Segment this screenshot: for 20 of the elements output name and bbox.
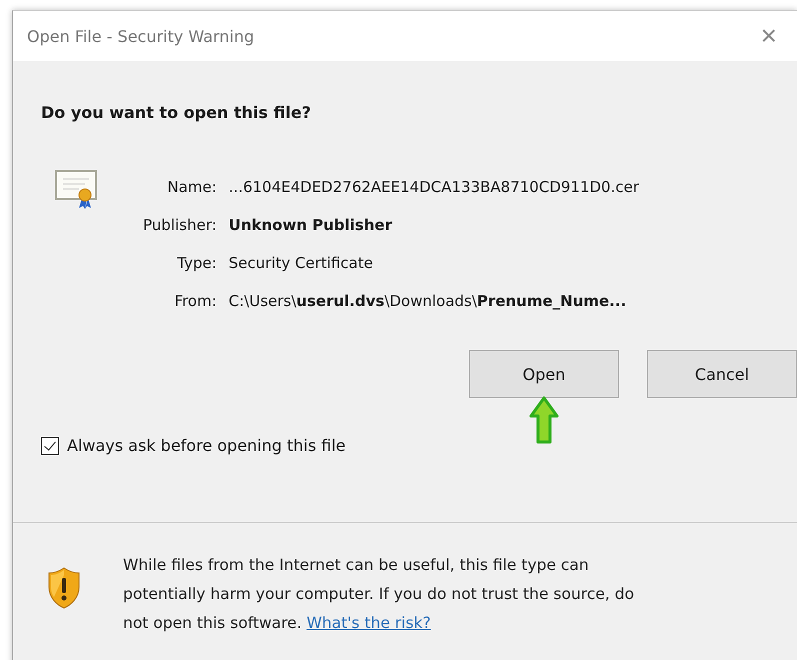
up-arrow-icon (529, 396, 559, 444)
dialog-button[interactable]: Cancel (647, 350, 797, 398)
warning-shield-icon (47, 567, 81, 609)
checkbox-label[interactable]: Always ask before opening this file (67, 436, 346, 455)
field-value: Unknown Publisher (228, 216, 394, 234)
field-label: Publisher: (143, 216, 217, 234)
field-value: C:\Users\userul.dvs\Downloads\Prenume_Nume... (228, 292, 628, 310)
close-button[interactable]: × (760, 22, 777, 50)
field-label: Name: (166, 178, 217, 196)
window-title: Open File - Security Warning (27, 26, 254, 46)
field-value: ...6104E4DED2762AEE14DCA133BA8710CD911D0.cer (228, 178, 640, 196)
checkbox[interactable] (41, 436, 59, 454)
field-label: From: (173, 292, 217, 310)
dialog-question: Do you want to open this file? (41, 102, 312, 122)
field-value: Security Certificate (228, 254, 374, 272)
warning-message: While files from the Internet can be useful, this file type can potentially harm your computer. If you do not trust the source, do not open this software. What's the risk? (123, 555, 636, 634)
dialog-button[interactable]: Open (469, 350, 619, 398)
field-label: Type: (176, 254, 217, 272)
certificate-icon (55, 170, 99, 210)
whats-the-risk-link[interactable]: What's the risk? (306, 614, 431, 632)
